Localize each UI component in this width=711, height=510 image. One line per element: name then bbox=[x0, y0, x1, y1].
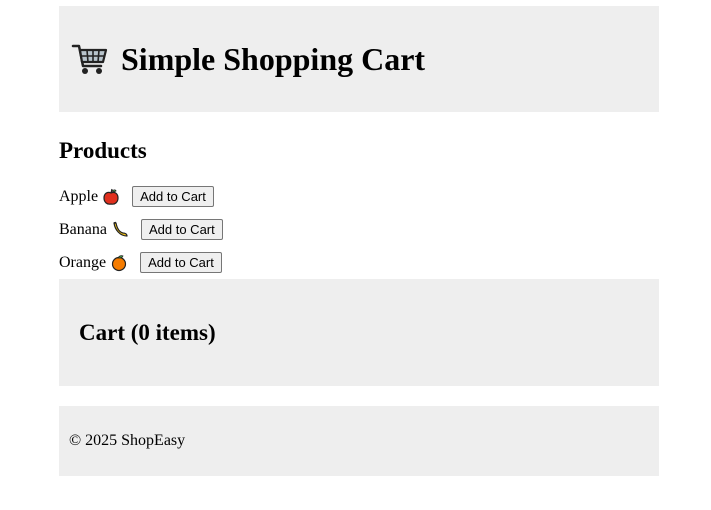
product-name: Apple bbox=[59, 187, 99, 205]
product-name: Banana bbox=[59, 220, 107, 238]
cart-heading: Cart (0 items) bbox=[79, 319, 216, 345]
apple-icon bbox=[102, 188, 120, 206]
product-name: Orange bbox=[59, 253, 107, 271]
product-list: Apple Add to Cart Banana Add to Cart Ora… bbox=[59, 180, 659, 279]
add-to-cart-button[interactable]: Add to Cart bbox=[132, 186, 214, 207]
orange-icon bbox=[110, 254, 128, 272]
product-item-apple: Apple Add to Cart bbox=[59, 180, 659, 213]
page-title: Simple Shopping Cart bbox=[71, 41, 425, 78]
product-item-banana: Banana Add to Cart bbox=[59, 213, 659, 246]
add-to-cart-button[interactable]: Add to Cart bbox=[140, 219, 223, 240]
products-heading: Products bbox=[59, 138, 147, 163]
site-footer: © 2025 ShopEasy bbox=[59, 406, 659, 476]
product-item-orange: Orange Add to Cart bbox=[59, 246, 659, 279]
shopping-cart-icon bbox=[71, 42, 109, 76]
cart-section: Cart (0 items) bbox=[59, 279, 659, 386]
page-container: Simple Shopping Cart Products Apple Add … bbox=[59, 6, 659, 476]
copyright-text: © 2025 ShopEasy bbox=[69, 432, 186, 449]
products-section: Products Apple Add to Cart Banana Add to… bbox=[59, 134, 659, 279]
site-header: Simple Shopping Cart bbox=[59, 6, 659, 112]
banana-icon bbox=[111, 221, 129, 239]
page-title-text: Simple Shopping Cart bbox=[121, 40, 426, 77]
add-to-cart-button[interactable]: Add to Cart bbox=[140, 252, 222, 273]
